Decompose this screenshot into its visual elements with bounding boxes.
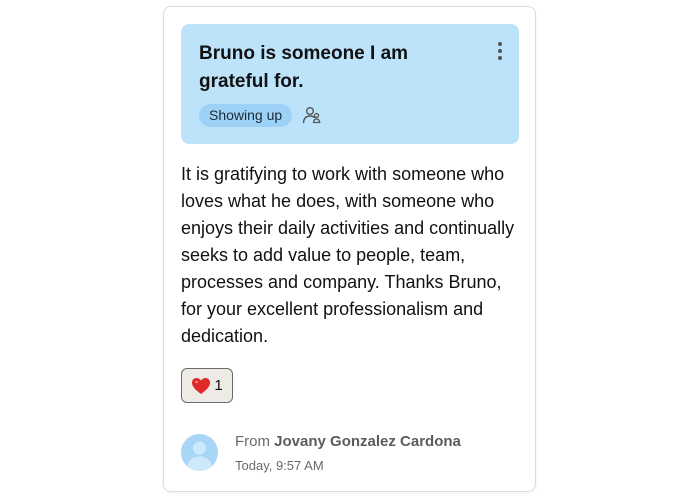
reaction-count: 1 xyxy=(214,377,223,394)
author-name[interactable]: Jovany Gonzalez Cardona xyxy=(274,433,461,450)
avatar[interactable] xyxy=(181,434,218,471)
heart-reaction-button[interactable]: 1 xyxy=(181,368,233,403)
recognition-title: Bruno is someone I am grateful for. xyxy=(199,43,409,92)
heart-icon xyxy=(192,377,211,394)
more-options-button[interactable] xyxy=(491,38,509,64)
recognition-banner: Bruno is someone I am grateful for. Show… xyxy=(181,24,519,144)
people-icon xyxy=(302,107,321,124)
timestamp: Today, 9:57 AM xyxy=(235,458,324,473)
more-options-icon xyxy=(498,42,502,46)
from-label: From xyxy=(235,433,270,450)
value-tag[interactable]: Showing up xyxy=(199,104,293,127)
user-avatar-icon xyxy=(186,441,213,471)
more-options-icon-dot xyxy=(498,56,502,60)
author-line: From Jovany Gonzalez Cardona xyxy=(235,432,461,452)
recognition-message: It is gratifying to work with someone wh… xyxy=(181,164,515,346)
more-options-icon-dot xyxy=(498,49,502,53)
